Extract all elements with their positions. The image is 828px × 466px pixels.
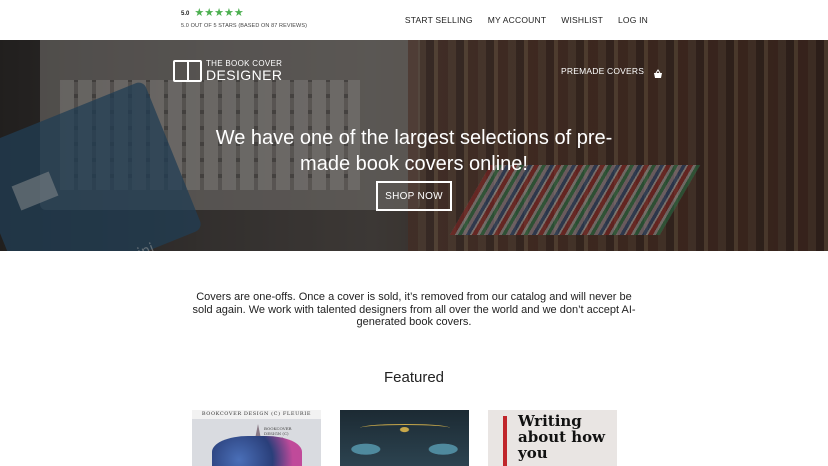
shop-now-button[interactable]: SHOP NOW <box>376 181 452 211</box>
logo-text: THE BOOK COVER DESIGNER <box>206 59 282 82</box>
rating-stars: ★ ★ ★ ★ ★ <box>194 8 243 19</box>
featured-card[interactable] <box>340 410 469 466</box>
top-nav: START SELLING MY ACCOUNT WISHLIST LOG IN <box>405 15 648 25</box>
card-cover-ornament <box>360 424 450 432</box>
nav-premade-covers[interactable]: PREMADE COVERS <box>561 66 644 76</box>
card-cover-accent <box>503 416 507 466</box>
star-icon: ★ <box>233 7 244 19</box>
card-cover-art <box>340 410 469 466</box>
hero-banner: iPod mini THE BOOK COVER DESIGNER PREMAD… <box>0 40 828 251</box>
star-icon: ★ <box>223 7 234 19</box>
star-icon: ★ <box>204 7 215 19</box>
featured-heading: Featured <box>383 369 445 386</box>
rating-summary: 5.0 OUT OF 5 STARS (BASED ON 87 REVIEWS) <box>181 23 308 29</box>
logo-line2: DESIGNER <box>206 67 283 83</box>
nav-wishlist[interactable]: WISHLIST <box>561 15 603 25</box>
nav-log-in[interactable]: LOG IN <box>618 15 648 25</box>
featured-card[interactable]: BOOKCOVER DESIGN (C) FLEURIE BOOKCOVER D… <box>192 410 321 466</box>
hero-nav: PREMADE COVERS <box>561 66 663 78</box>
rating-score: 5.0 <box>181 10 190 17</box>
card-cover-art <box>212 436 302 466</box>
top-bar: 5.0 ★ ★ ★ ★ ★ 5.0 OUT OF 5 STARS (BASED … <box>0 0 828 40</box>
card-cover-credit: BOOKCOVER DESIGN (C) FLEURIE <box>192 410 321 419</box>
star-icon: ★ <box>194 7 205 19</box>
featured-card[interactable]: Writing about how you <box>488 410 617 466</box>
nav-my-account[interactable]: MY ACCOUNT <box>488 15 547 25</box>
basket-icon[interactable] <box>653 66 663 78</box>
rating-widget[interactable]: 5.0 ★ ★ ★ ★ ★ 5.0 OUT OF 5 STARS (BASED … <box>181 8 308 30</box>
star-icon: ★ <box>214 7 224 19</box>
intro-text: Covers are one-offs. Once a cover is sol… <box>192 291 636 328</box>
nav-start-selling[interactable]: START SELLING <box>405 15 473 25</box>
card-cover-title: Writing about how you <box>518 412 606 462</box>
hero-title: We have one of the largest selections of… <box>215 127 613 175</box>
site-logo[interactable]: THE BOOK COVER DESIGNER <box>173 59 282 82</box>
book-logo-icon <box>173 59 202 82</box>
